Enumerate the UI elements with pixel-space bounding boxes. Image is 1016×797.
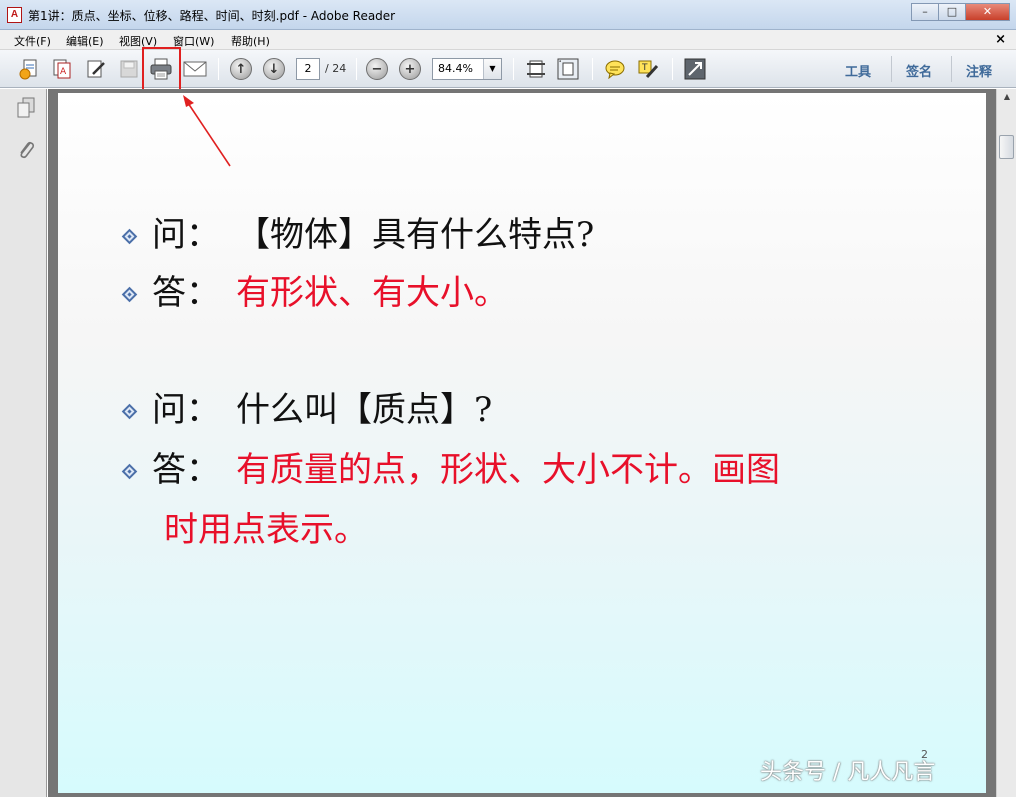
scrollbar-thumb[interactable] (999, 135, 1014, 159)
scroll-up-icon[interactable]: ▲ (1000, 92, 1014, 106)
vertical-scrollbar[interactable]: ▲ (996, 89, 1016, 797)
annotation-arrow (183, 95, 231, 167)
